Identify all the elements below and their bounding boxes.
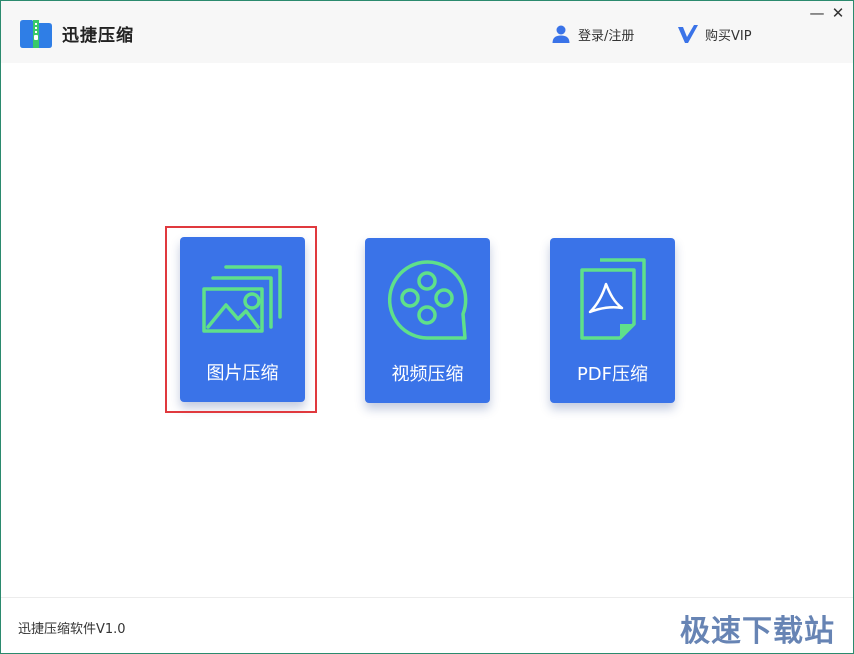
app-title: 迅捷压缩 [62,26,134,46]
version-label: 迅捷压缩软件V1.0 [18,622,126,637]
minimize-button[interactable]: — [808,5,826,21]
image-compress-label: 图片压缩 [206,363,279,384]
film-reel-icon [387,260,468,340]
login-register-label: 登录/注册 [578,28,635,44]
buy-vip-label: 购买VIP [705,28,752,44]
app-window: 迅捷压缩 登录/注册 购买VIP — ✕ 图片压缩 视频压缩 PDF压缩 迅捷压… [0,0,854,654]
title-bar: 迅捷压缩 登录/注册 购买VIP — ✕ [1,1,853,63]
pdf-compress-card[interactable]: PDF压缩 [550,238,675,403]
zip-logo-icon [20,20,52,48]
user-icon [552,25,570,43]
pdf-document-icon [580,258,646,340]
login-register-button[interactable]: 登录/注册 [551,23,634,45]
pdf-compress-label: PDF压缩 [576,364,649,385]
image-compress-card[interactable]: 图片压缩 [180,237,305,402]
close-button[interactable]: ✕ [829,5,847,21]
video-compress-label: 视频压缩 [391,364,464,385]
footer-divider [1,597,853,598]
buy-vip-button[interactable]: 购买VIP [677,23,752,45]
image-icon [202,265,282,333]
vip-v-icon [678,25,698,43]
video-compress-card[interactable]: 视频压缩 [365,238,490,403]
watermark-text: 极速下载站 [680,614,835,649]
